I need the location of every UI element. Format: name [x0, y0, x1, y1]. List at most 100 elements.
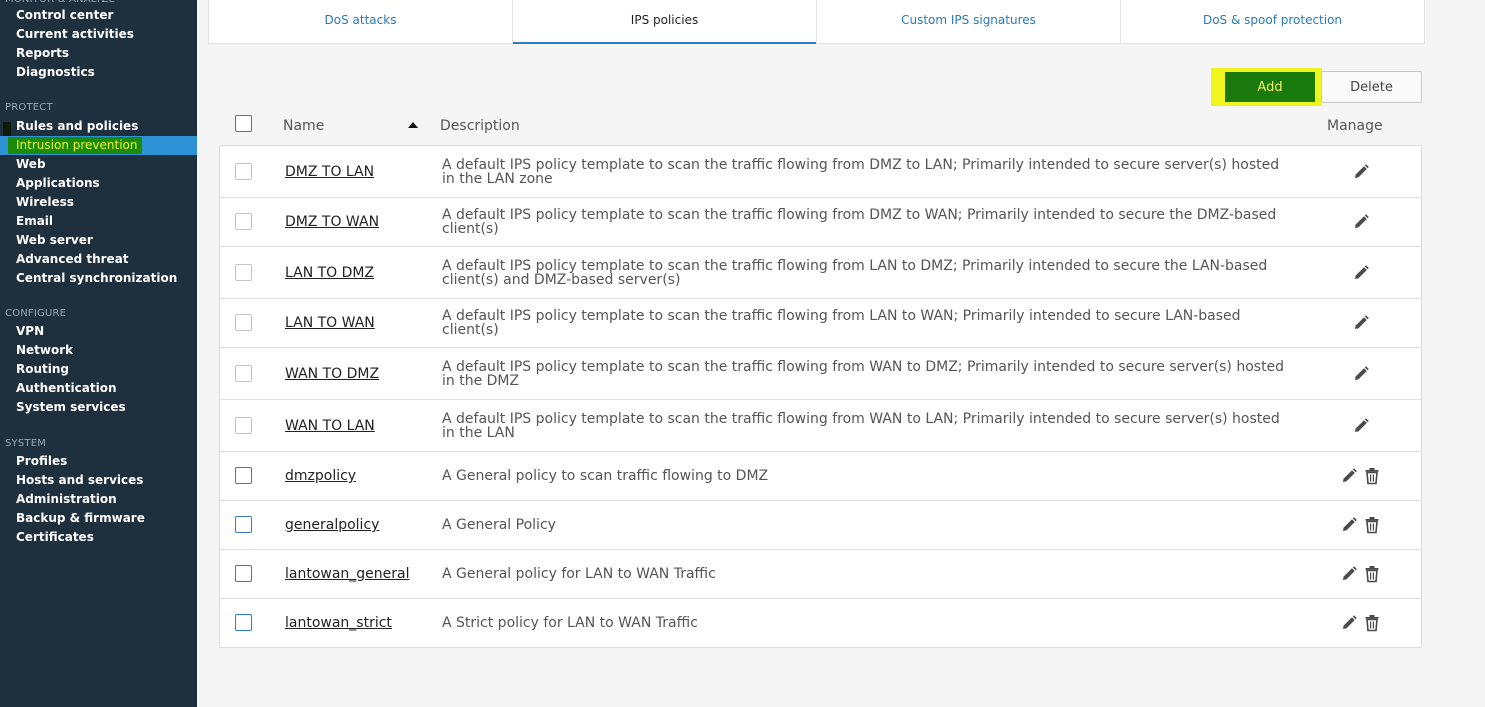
trash-icon[interactable]: [1363, 516, 1381, 534]
table-row: dmzpolicy A General policy to scan traffi…: [220, 452, 1421, 501]
sidebar-item-applications[interactable]: Applications: [0, 174, 197, 193]
sidebar-item-network[interactable]: Network: [0, 341, 197, 360]
sidebar-item-label: Routing: [16, 362, 70, 376]
tab-dos-attacks[interactable]: DoS attacks: [209, 0, 513, 43]
row-checkbox[interactable]: [235, 614, 252, 631]
sidebar-item-administration[interactable]: Administration: [0, 490, 197, 509]
sidebar-item-backup-firmware[interactable]: Backup & firmware: [0, 509, 197, 528]
policy-description: A General policy to scan traffic flowing…: [442, 468, 769, 484]
policy-description: A default IPS policy template to scan th…: [442, 207, 1277, 237]
tab-custom-ips-signatures[interactable]: Custom IPS signatures: [817, 0, 1121, 43]
policy-name-link[interactable]: DMZ TO LAN: [285, 164, 374, 180]
sidebar-item-control-center[interactable]: Control center: [0, 6, 197, 25]
sidebar-item-diagnostics[interactable]: Diagnostics: [0, 63, 197, 82]
policy-name-link[interactable]: dmzpolicy: [285, 468, 356, 484]
sidebar-item-vpn[interactable]: VPN: [0, 322, 197, 341]
pencil-icon[interactable]: [1340, 467, 1358, 485]
sidebar-item-label: Intrusion prevention: [8, 137, 143, 154]
trash-icon[interactable]: [1363, 467, 1381, 485]
sidebar-item-label: Central synchronization: [16, 271, 178, 285]
sidebar-item-authentication[interactable]: Authentication: [0, 379, 197, 398]
section-header-configure: CONFIGURE: [5, 308, 67, 319]
tab-dos-spoof-protection[interactable]: DoS & spoof protection: [1121, 0, 1424, 43]
sidebar-item-label: Reports: [16, 46, 70, 60]
sidebar-item-hosts-and-services[interactable]: Hosts and services: [0, 471, 197, 490]
row-checkbox[interactable]: [235, 416, 252, 434]
pencil-icon[interactable]: [1352, 365, 1370, 383]
pencil-icon[interactable]: [1340, 565, 1358, 583]
add-button[interactable]: Add: [1225, 72, 1315, 102]
sidebar-item-label: Wireless: [16, 195, 74, 209]
policy-description: A General Policy: [442, 517, 556, 533]
sidebar-item-routing[interactable]: Routing: [0, 360, 197, 379]
sidebar-item-email[interactable]: Email: [0, 212, 197, 231]
tab-ips-policies[interactable]: IPS policies: [513, 0, 817, 44]
table-row: DMZ TO WAN A default IPS policy template …: [220, 198, 1421, 247]
sidebar-item-label: Authentication: [16, 381, 117, 395]
table-row: WAN TO LAN A default IPS policy template …: [220, 400, 1421, 452]
trash-icon[interactable]: [1363, 565, 1381, 583]
section-header-monitor-analyze: MONITOR & ANALYZE: [5, 0, 115, 5]
select-all-checkbox[interactable]: [235, 115, 252, 132]
policy-name-link[interactable]: LAN TO DMZ: [285, 265, 374, 281]
policy-name-link[interactable]: DMZ TO WAN: [285, 214, 379, 230]
policy-description: A default IPS policy template to scan th…: [442, 410, 1280, 441]
sidebar-item-label: Web server: [16, 233, 93, 247]
pencil-icon[interactable]: [1352, 163, 1370, 181]
sort-ascending-icon[interactable]: [408, 122, 418, 128]
sidebar-item-rules-and-policies[interactable]: Rules and policies: [0, 117, 197, 136]
sidebar-item-label: Advanced threat: [16, 252, 129, 266]
policies-table: DMZ TO LAN A default IPS policy template …: [219, 145, 1422, 648]
sidebar-item-label: Backup & firmware: [16, 511, 145, 525]
sidebar-item-label: Certificates: [16, 530, 94, 544]
sidebar-item-label: VPN: [16, 324, 45, 338]
policy-name-link[interactable]: lantowan_general: [285, 566, 410, 582]
sidebar: MONITOR & ANALYZE Control center Current a…: [0, 0, 197, 707]
policy-name-link[interactable]: WAN TO LAN: [285, 418, 375, 434]
policy-description: A default IPS policy template to scan th…: [442, 156, 1280, 187]
delete-button[interactable]: Delete: [1321, 71, 1422, 103]
policy-description: A General policy for LAN to WAN Traffic: [442, 566, 716, 582]
sidebar-item-label: Diagnostics: [16, 65, 95, 79]
sidebar-item-system-services[interactable]: System services: [0, 398, 197, 417]
sidebar-item-label: Email: [16, 214, 54, 228]
pencil-icon[interactable]: [1352, 417, 1370, 435]
row-checkbox[interactable]: [235, 213, 252, 230]
row-checkbox[interactable]: [235, 314, 252, 331]
sidebar-item-current-activities[interactable]: Current activities: [0, 25, 197, 44]
row-checkbox[interactable]: [235, 364, 252, 382]
column-header-description: Description: [440, 118, 520, 134]
pencil-icon[interactable]: [1352, 264, 1370, 282]
row-checkbox[interactable]: [235, 162, 252, 180]
table-row: LAN TO WAN A default IPS policy template …: [220, 299, 1421, 348]
row-checkbox[interactable]: [235, 263, 252, 281]
pencil-icon[interactable]: [1352, 213, 1370, 231]
row-checkbox[interactable]: [235, 565, 252, 582]
policy-name-link[interactable]: LAN TO WAN: [285, 315, 375, 331]
sidebar-item-profiles[interactable]: Profiles: [0, 452, 197, 471]
pencil-icon[interactable]: [1340, 614, 1358, 632]
sidebar-item-central-synchronization[interactable]: Central synchronization: [0, 269, 197, 288]
sidebar-item-web[interactable]: Web: [0, 155, 197, 174]
sidebar-item-label: Web: [16, 157, 46, 171]
sidebar-item-wireless[interactable]: Wireless: [0, 193, 197, 212]
trash-icon[interactable]: [1363, 614, 1381, 632]
policy-name-link[interactable]: WAN TO DMZ: [285, 366, 379, 382]
sidebar-item-certificates[interactable]: Certificates: [0, 528, 197, 547]
sidebar-item-web-server[interactable]: Web server: [0, 231, 197, 250]
policy-name-link[interactable]: generalpolicy: [285, 517, 379, 533]
policy-description: A Strict policy for LAN to WAN Traffic: [442, 615, 698, 631]
policy-name-link[interactable]: lantowan_strict: [285, 615, 392, 631]
table-row: lantowan_general A General policy for LAN…: [220, 550, 1421, 599]
sidebar-item-intrusion-prevention[interactable]: Intrusion prevention: [0, 136, 197, 155]
table-row: generalpolicy A General Policy: [220, 501, 1421, 550]
row-checkbox[interactable]: [235, 467, 252, 484]
sidebar-item-reports[interactable]: Reports: [0, 44, 197, 63]
row-checkbox[interactable]: [235, 516, 252, 533]
table-header: Name Description Manage: [220, 108, 1422, 146]
column-header-name[interactable]: Name: [283, 118, 324, 134]
policy-description: A default IPS policy template to scan th…: [442, 308, 1241, 338]
pencil-icon[interactable]: [1352, 314, 1370, 332]
sidebar-item-advanced-threat[interactable]: Advanced threat: [0, 250, 197, 269]
pencil-icon[interactable]: [1340, 516, 1358, 534]
